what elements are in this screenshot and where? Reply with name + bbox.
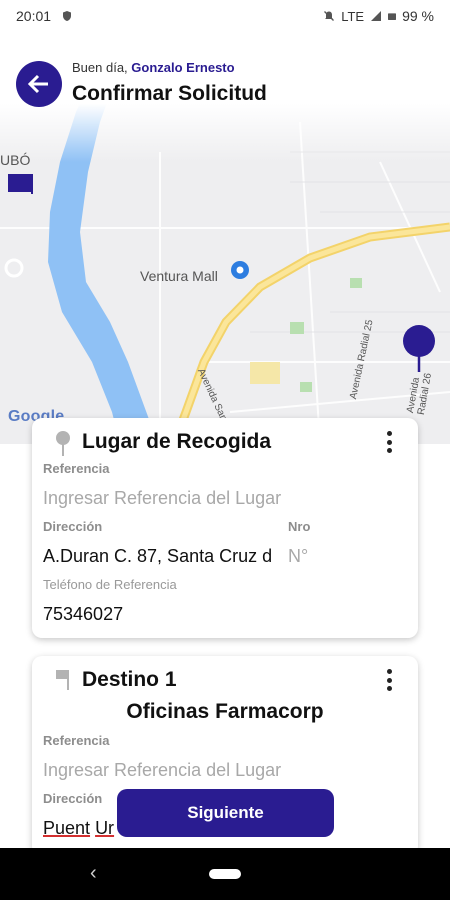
destination-more-options-icon[interactable] bbox=[386, 669, 392, 691]
nav-home-pill[interactable] bbox=[209, 869, 241, 879]
destination-card-header: Destino 1 bbox=[44, 656, 406, 704]
network-type: LTE bbox=[341, 8, 365, 24]
pickup-more-options-icon[interactable] bbox=[386, 431, 392, 453]
shield-icon bbox=[63, 11, 72, 21]
pickup-nro-label: Nro bbox=[288, 519, 311, 534]
pickup-card-header: Lugar de Recogida bbox=[44, 418, 406, 466]
greeting: Buen día, Gonzalo Ernesto bbox=[72, 60, 235, 75]
destination-address-label: Dirección bbox=[43, 791, 103, 806]
destination-address-word-2: Ur bbox=[95, 818, 115, 838]
user-name: Gonzalo Ernesto bbox=[131, 60, 235, 75]
pickup-reference-label: Referencia bbox=[43, 461, 110, 476]
pickup-card: Lugar de Recogida Referencia Ingresar Re… bbox=[32, 418, 418, 638]
system-nav-bar: ‹ bbox=[0, 848, 450, 900]
destination-pin-icon[interactable] bbox=[402, 324, 436, 372]
destination-reference-input[interactable]: Ingresar Referencia del Lugar bbox=[43, 760, 281, 781]
destination-address-input[interactable]: Puent Ur bbox=[43, 818, 114, 839]
pickup-nro-input[interactable]: N° bbox=[288, 546, 308, 567]
signal-icon bbox=[371, 11, 382, 21]
destination-card-title: Destino 1 bbox=[82, 668, 177, 691]
pickup-phone-label: Teléfono de Referencia bbox=[43, 577, 177, 592]
pickup-reference-input[interactable]: Ingresar Referencia del Lugar bbox=[43, 488, 281, 509]
battery-level: 99 % bbox=[402, 8, 434, 24]
destination-address-word-1: Puent bbox=[43, 818, 91, 838]
greeting-prefix: Buen día, bbox=[72, 60, 132, 75]
pickup-address-input[interactable]: A.Duran C. 87, Santa Cruz d bbox=[43, 546, 283, 567]
destination-reference-label: Referencia bbox=[43, 733, 110, 748]
notifications-off-icon bbox=[324, 11, 335, 21]
next-button[interactable]: Siguiente bbox=[117, 789, 334, 837]
arrow-left-icon bbox=[27, 74, 48, 94]
flag-icon bbox=[56, 670, 69, 690]
destination-place-name: Oficinas Farmacorp bbox=[126, 700, 324, 723]
map-pin-icon bbox=[56, 431, 70, 456]
origin-flag-pin-icon[interactable] bbox=[8, 146, 38, 194]
pickup-card-title: Lugar de Recogida bbox=[82, 430, 272, 453]
pickup-phone-input[interactable]: 75346027 bbox=[43, 604, 123, 625]
status-bar: 20:01 LTE 99 % bbox=[0, 0, 450, 32]
page-title: Confirmar Solicitud bbox=[72, 82, 267, 105]
back-button[interactable] bbox=[16, 61, 62, 107]
pickup-address-label: Dirección bbox=[43, 519, 103, 534]
map-label-mall: Ventura Mall bbox=[140, 268, 218, 284]
battery-icon bbox=[388, 13, 397, 20]
nav-back-icon[interactable]: ‹ bbox=[90, 862, 97, 885]
status-time: 20:01 bbox=[16, 8, 52, 24]
